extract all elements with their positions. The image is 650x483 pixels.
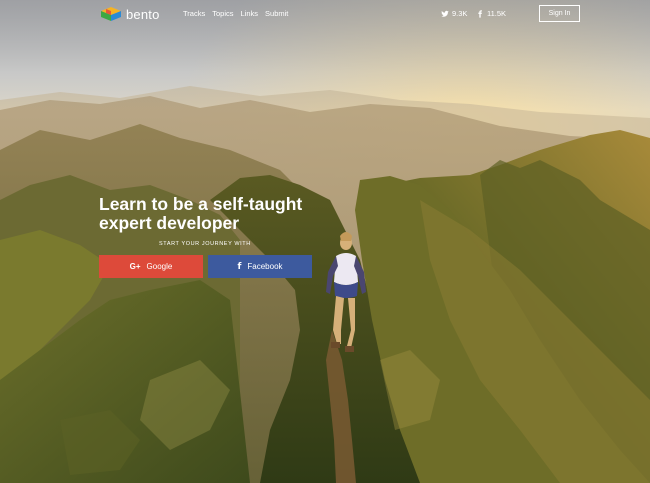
facebook-button-label: Facebook bbox=[247, 262, 283, 271]
primary-nav: Tracks Topics Links Submit bbox=[183, 9, 288, 18]
brand-name: bento bbox=[126, 6, 160, 22]
nav-link-submit[interactable]: Submit bbox=[265, 9, 288, 18]
hero-headline-line2: expert developer bbox=[99, 213, 240, 233]
facebook-likes[interactable]: 11.5K bbox=[476, 9, 506, 18]
google-plus-icon: G+ bbox=[129, 262, 141, 271]
top-navigation: bento Tracks Topics Links Submit 9.3K 11… bbox=[0, 0, 650, 28]
twitter-icon bbox=[441, 10, 449, 17]
twitter-followers[interactable]: 9.3K bbox=[441, 9, 467, 18]
google-signin-button[interactable]: G+ Google bbox=[99, 255, 203, 278]
twitter-count: 9.3K bbox=[452, 9, 468, 18]
mountain-landscape-image bbox=[0, 0, 650, 483]
hero-subline: START YOUR JOURNEY WITH bbox=[159, 241, 251, 247]
facebook-count: 11.5K bbox=[487, 9, 507, 18]
google-button-label: Google bbox=[146, 262, 173, 271]
facebook-icon bbox=[478, 9, 482, 18]
sign-in-button[interactable]: Sign In bbox=[539, 5, 580, 22]
facebook-f-icon: f bbox=[237, 261, 242, 272]
hero-headline: Learn to be a self-taught expert develop… bbox=[99, 195, 339, 233]
bento-cube-logo-icon bbox=[101, 7, 121, 21]
nav-link-links[interactable]: Links bbox=[241, 9, 259, 18]
facebook-signin-button[interactable]: f Facebook bbox=[208, 255, 312, 278]
nav-link-tracks[interactable]: Tracks bbox=[183, 9, 205, 18]
hero-headline-line1: Learn to be a self-taught bbox=[99, 194, 303, 214]
brand-logo[interactable]: bento bbox=[100, 5, 160, 23]
hero-background bbox=[0, 0, 650, 483]
nav-link-topics[interactable]: Topics bbox=[212, 9, 233, 18]
